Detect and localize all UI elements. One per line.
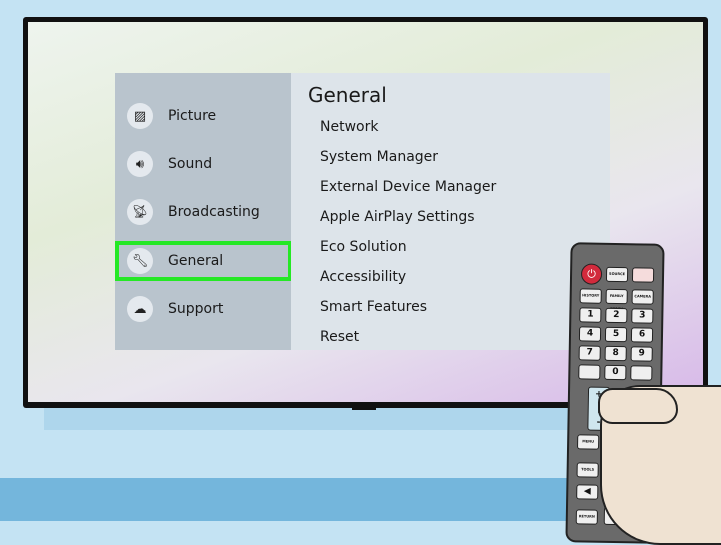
menu-item-eco-solution[interactable]: Eco Solution — [320, 239, 407, 255]
digit-3-button[interactable]: 3 — [631, 308, 654, 324]
return-button[interactable]: RETURN — [575, 509, 598, 525]
digit-9-button[interactable]: 9 — [630, 346, 653, 362]
menu-item-reset[interactable]: Reset — [320, 329, 359, 345]
digit-5-button[interactable]: 5 — [604, 326, 628, 343]
power-button[interactable]: ⏻ — [580, 263, 603, 285]
picture-icon: ▨ — [127, 103, 153, 129]
blank-button[interactable] — [630, 365, 653, 381]
left-arrow-button[interactable]: ◀ — [576, 484, 599, 500]
blank-button[interactable] — [578, 364, 601, 380]
camera-button[interactable]: CAMERA — [631, 289, 654, 305]
menu-item-external-device-manager[interactable]: External Device Manager — [320, 179, 496, 195]
sidebar-item-label: Picture — [168, 108, 217, 124]
tv-stand — [352, 405, 376, 410]
digit-1-button[interactable]: 1 — [579, 307, 602, 323]
sidebar-item-label: Support — [168, 301, 224, 317]
sidebar-item-picture[interactable]: ▨ Picture — [115, 96, 291, 136]
digit-4-button[interactable]: 4 — [578, 326, 602, 342]
cloud-icon: ☁ — [127, 296, 153, 322]
tools-button[interactable]: TOOLS — [576, 462, 599, 478]
digit-2-button[interactable]: 2 — [605, 307, 628, 324]
sidebar-item-label: Broadcasting — [168, 204, 260, 220]
blank-button[interactable] — [631, 267, 655, 283]
menu-button[interactable]: MENU — [577, 434, 600, 450]
thumb — [598, 388, 678, 424]
sidebar-item-support[interactable]: ☁ Support — [115, 289, 291, 329]
source-button[interactable]: SOURCE — [605, 266, 629, 283]
satellite-dish-icon: 📡︎ — [127, 199, 153, 225]
menu-item-network[interactable]: Network — [320, 119, 378, 135]
digit-8-button[interactable]: 8 — [604, 345, 627, 362]
settings-sidebar: ▨ Picture 🔊︎ Sound 📡︎ Broadcasting 🔧︎ Genera… — [115, 73, 291, 350]
menu-item-system-manager[interactable]: System Manager — [320, 149, 438, 165]
selection-highlight — [115, 241, 292, 281]
page-title: General — [308, 83, 387, 107]
sidebar-item-sound[interactable]: 🔊︎ Sound — [115, 144, 291, 184]
sidebar-item-broadcasting[interactable]: 📡︎ Broadcasting — [115, 192, 291, 232]
digit-7-button[interactable]: 7 — [578, 345, 601, 361]
menu-item-smart-features[interactable]: Smart Features — [320, 299, 427, 315]
menu-item-airplay-settings[interactable]: Apple AirPlay Settings — [320, 209, 475, 225]
sidebar-item-label: Sound — [168, 156, 213, 172]
menu-item-accessibility[interactable]: Accessibility — [320, 269, 406, 285]
digit-0-button[interactable]: 0 — [604, 364, 627, 381]
family-story-button[interactable]: FAMILY STORY — [605, 288, 628, 311]
digit-6-button[interactable]: 6 — [630, 327, 654, 343]
history-button[interactable]: HISTORY — [579, 288, 602, 304]
speaker-icon: 🔊︎ — [127, 151, 153, 177]
